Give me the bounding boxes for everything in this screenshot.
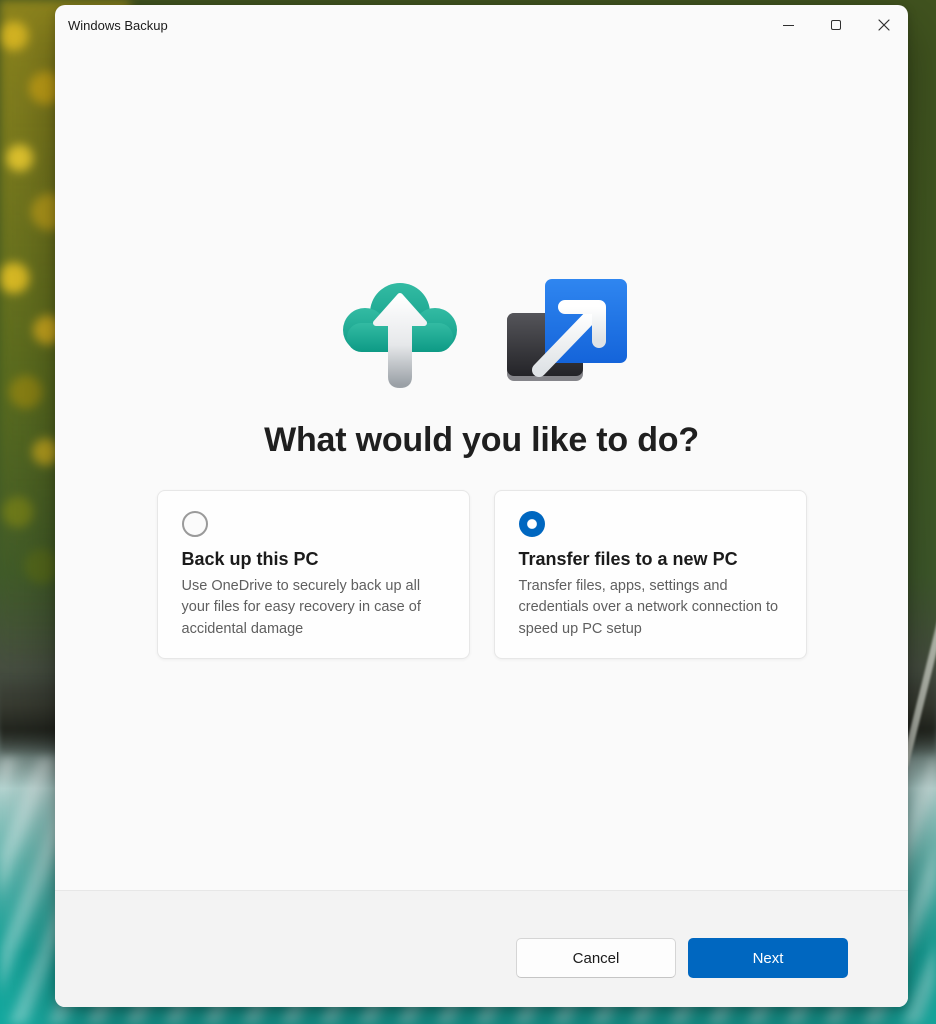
footer-buttons: Cancel Next xyxy=(516,938,848,978)
page-title: What would you like to do? xyxy=(264,421,699,459)
radio-backup[interactable] xyxy=(181,511,208,537)
option-card-backup[interactable]: Back up this PC Use OneDrive to securely… xyxy=(156,490,470,660)
hero-icons xyxy=(55,273,908,393)
maximize-button[interactable] xyxy=(812,5,860,45)
option-description: Use OneDrive to securely back up all you… xyxy=(181,578,421,637)
close-button[interactable] xyxy=(860,5,908,45)
next-button[interactable]: Next xyxy=(688,938,848,978)
option-title: Transfer files to a new PC xyxy=(518,549,738,569)
titlebar[interactable]: Windows Backup xyxy=(55,5,908,47)
window-controls xyxy=(764,5,908,45)
cancel-button[interactable]: Cancel xyxy=(516,938,676,978)
footer-bar: Cancel Next xyxy=(55,890,908,1007)
option-title: Back up this PC xyxy=(181,549,319,569)
window-title: Windows Backup xyxy=(68,18,168,33)
option-card-transfer[interactable]: Transfer files to a new PC Transfer file… xyxy=(493,490,807,660)
windows-backup-window: Windows Backup What would you like to do… xyxy=(55,5,908,1007)
options-row: Back up this PC Use OneDrive to securely… xyxy=(55,490,908,660)
cloud-backup-icon xyxy=(342,283,457,388)
minimize-button[interactable] xyxy=(764,5,812,45)
maximize-icon xyxy=(831,20,841,30)
option-description: Transfer files, apps, settings and crede… xyxy=(518,578,779,637)
transfer-files-icon xyxy=(506,279,627,381)
radio-transfer[interactable] xyxy=(518,511,545,537)
close-icon xyxy=(878,19,890,31)
minimize-icon xyxy=(782,24,794,26)
